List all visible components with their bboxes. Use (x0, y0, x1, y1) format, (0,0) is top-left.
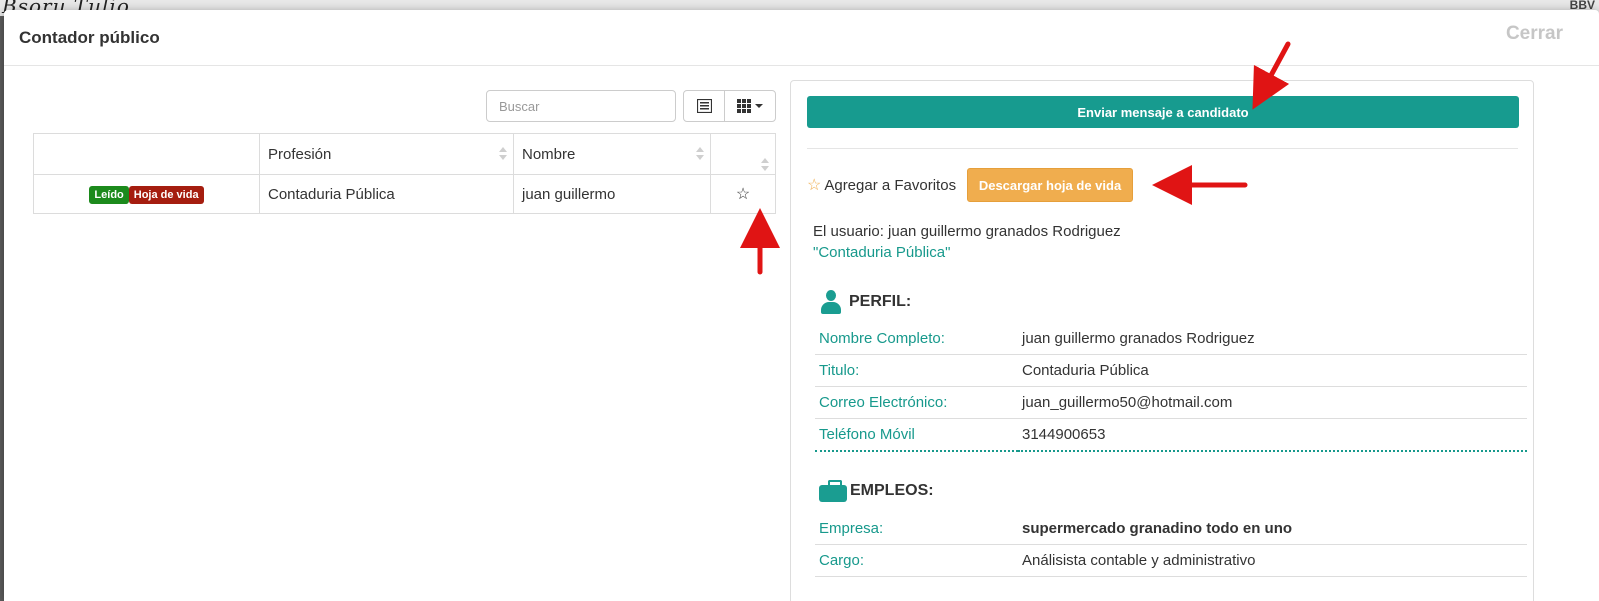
table-row: Nombre Completo: juan guillermo granados … (815, 323, 1527, 355)
field-value: Contaduria Pública (1018, 354, 1527, 387)
perfil-table: Nombre Completo: juan guillermo granados … (815, 323, 1527, 452)
user-icon (821, 290, 841, 314)
sort-icon (499, 147, 507, 161)
field-label: Nombre Completo: (815, 323, 1018, 355)
row-labels-cell: Leído Hoja de vida (33, 174, 260, 214)
sort-icon (696, 147, 704, 161)
user-profession-line: "Contaduria Pública" (813, 244, 951, 261)
modal-title: Contador público (19, 28, 160, 47)
column-header-label: Nombre (522, 145, 576, 163)
table-row[interactable]: Leído Hoja de vida Contaduria Pública jua… (33, 174, 776, 214)
empleos-heading: EMPLEOS: (819, 480, 934, 502)
chevron-down-icon (755, 104, 763, 108)
table-header-row: Profesión Nombre (33, 133, 776, 175)
row-nombre-cell: juan guillermo (513, 174, 711, 214)
field-label: Teléfono Móvil (815, 418, 1018, 452)
column-header-favorite[interactable] (710, 133, 776, 175)
field-value: juan_guillermo50@hotmail.com (1018, 386, 1527, 419)
field-label: Cargo: (815, 544, 1018, 577)
search-input[interactable] (486, 90, 676, 122)
row-profesion-cell: Contaduria Pública (259, 174, 514, 214)
download-cv-button[interactable]: Descargar hoja de vida (967, 168, 1133, 202)
briefcase-icon (819, 480, 847, 502)
field-label: Titulo: (815, 354, 1018, 387)
field-value: Análisista contable y administrativo (1018, 544, 1527, 577)
list-view-button[interactable] (683, 90, 725, 122)
column-header-label: Profesión (268, 145, 332, 163)
cv-badge: Hoja de vida (128, 185, 204, 204)
candidate-modal: Contador público Cerrar Profesión (4, 10, 1599, 601)
table-row: Titulo: Contaduria Pública (815, 354, 1527, 387)
panel-divider (807, 148, 1518, 149)
empleos-table: Empresa: supermercado granadino todo en u… (815, 513, 1527, 577)
empleos-heading-label: EMPLEOS: (850, 482, 934, 499)
field-value: juan guillermo granados Rodriguez (1018, 323, 1527, 355)
columns-toggle-button[interactable] (724, 90, 776, 122)
perfil-heading-label: PERFIL: (849, 293, 912, 310)
grid-view-icon (737, 99, 751, 113)
star-icon: ☆ (807, 177, 822, 194)
modal-header: Contador público Cerrar (4, 10, 1599, 66)
star-icon[interactable]: ☆ (736, 186, 750, 203)
field-label: Empresa: (815, 513, 1018, 545)
table-row: Empresa: supermercado granadino todo en u… (815, 513, 1527, 545)
candidate-detail-panel: Enviar mensaje a candidato ☆ Agregar a Fa… (790, 80, 1534, 601)
candidates-table: Profesión Nombre Leído Hoja de vida Conta… (33, 133, 776, 214)
add-to-favorites-link[interactable]: ☆ Agregar a Favoritos (807, 175, 956, 195)
table-row: Cargo: Análisista contable y administrati… (815, 544, 1527, 577)
column-header-nombre[interactable]: Nombre (513, 133, 711, 175)
user-name-line: El usuario: juan guillermo granados Rodr… (813, 223, 1121, 240)
field-value: 3144900653 (1018, 418, 1527, 452)
perfil-heading: PERFIL: (821, 290, 911, 314)
table-row: Teléfono Móvil 3144900653 (815, 418, 1527, 452)
send-message-button[interactable]: Enviar mensaje a candidato (807, 96, 1519, 128)
sort-icon (761, 158, 769, 172)
field-label: Correo Electrónico: (815, 386, 1018, 419)
close-button[interactable]: Cerrar (1506, 23, 1563, 45)
table-row: Correo Electrónico: juan_guillermo50@hotm… (815, 386, 1527, 419)
read-badge: Leído (89, 185, 129, 204)
add-to-favorites-label: Agregar a Favoritos (824, 177, 957, 194)
list-view-icon (696, 99, 712, 113)
column-header-labels (33, 133, 260, 175)
column-header-profesion[interactable]: Profesión (259, 133, 514, 175)
field-value: supermercado granadino todo en uno (1018, 513, 1527, 545)
favorite-star-cell[interactable]: ☆ (710, 174, 776, 214)
